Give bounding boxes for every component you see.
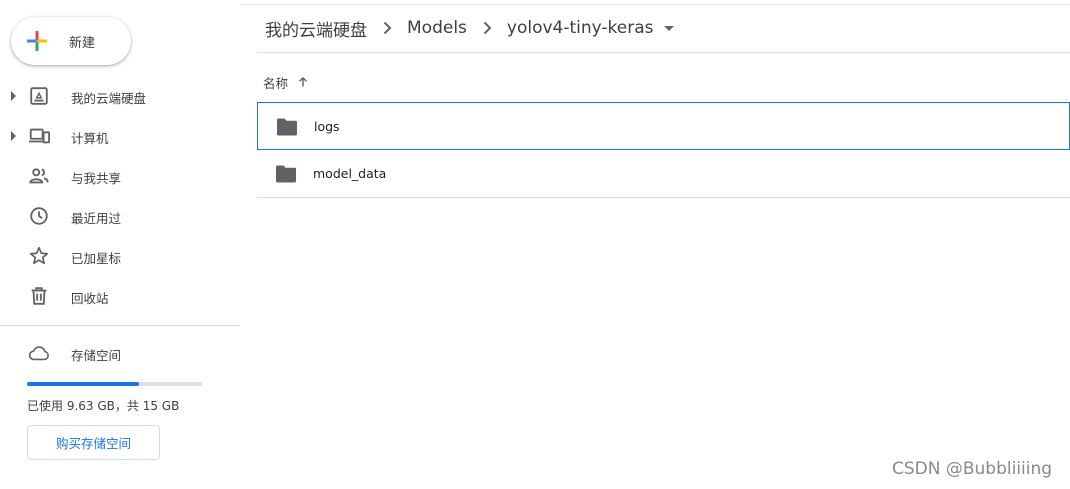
expand-caret-icon[interactable] bbox=[11, 91, 16, 101]
cloud-icon bbox=[28, 346, 49, 361]
sidebar-item-starred[interactable]: 已加星标 bbox=[0, 238, 240, 274]
sidebar-item-trash[interactable]: 回收站 bbox=[0, 278, 240, 314]
expand-caret-icon[interactable] bbox=[11, 131, 16, 141]
breadcrumb-current-label: yolov4-tiny-keras bbox=[506, 18, 654, 38]
watermark: CSDN @Bubbliiiing bbox=[892, 459, 1053, 479]
sidebar-item-label: 与我共享 bbox=[71, 171, 122, 186]
drive-icon bbox=[30, 87, 48, 105]
chevron-right-icon bbox=[483, 21, 492, 35]
storage-progress-bar bbox=[27, 382, 202, 386]
breadcrumb-current-folder[interactable]: yolov4-tiny-keras bbox=[507, 18, 674, 38]
star-icon bbox=[29, 246, 49, 265]
file-row-logs[interactable]: logs bbox=[257, 102, 1070, 150]
sidebar-item-computers[interactable]: 计算机 bbox=[0, 118, 240, 154]
sidebar-item-my-drive[interactable]: 我的云端硬盘 bbox=[0, 78, 240, 114]
sidebar: 新建 我的云端硬盘 计算机 与我共享 最近用过 已加星标 回收站 存储空间 已使… bbox=[0, 0, 240, 489]
storage-usage-text: 已使用 9.63 GB，共 15 GB bbox=[27, 399, 180, 413]
breadcrumb-item-models[interactable]: Models bbox=[407, 18, 467, 38]
folder-icon bbox=[277, 118, 297, 136]
file-name: model_data bbox=[313, 166, 387, 181]
header-divider bbox=[257, 52, 1070, 53]
sidebar-item-label: 最近用过 bbox=[71, 211, 122, 226]
column-header-name[interactable]: 名称 bbox=[263, 73, 310, 91]
new-button-label: 新建 bbox=[69, 36, 96, 51]
column-header-label: 名称 bbox=[263, 75, 289, 91]
drive-app: 新建 我的云端硬盘 计算机 与我共享 最近用过 已加星标 回收站 存储空间 已使… bbox=[0, 0, 1070, 489]
top-divider bbox=[240, 4, 1070, 5]
storage-progress-fill bbox=[27, 382, 140, 386]
breadcrumb-item-my-drive[interactable]: 我的云端硬盘 bbox=[265, 16, 367, 41]
storage-label: 存储空间 bbox=[71, 348, 122, 363]
new-button[interactable]: 新建 bbox=[11, 17, 131, 65]
sidebar-item-recent[interactable]: 最近用过 bbox=[0, 198, 240, 234]
sidebar-divider bbox=[0, 325, 240, 326]
breadcrumb: 我的云端硬盘 Models yolov4-tiny-keras bbox=[265, 14, 674, 42]
chevron-down-icon bbox=[663, 25, 674, 31]
chevron-right-icon bbox=[383, 21, 392, 35]
sidebar-item-label: 计算机 bbox=[71, 131, 109, 146]
shared-people-icon bbox=[29, 168, 49, 184]
sort-arrow-up-icon[interactable] bbox=[296, 75, 310, 89]
computers-icon bbox=[28, 128, 50, 144]
buy-storage-button[interactable]: 购买存储空间 bbox=[27, 425, 160, 460]
sidebar-item-label: 回收站 bbox=[71, 291, 109, 306]
clock-icon bbox=[30, 207, 48, 225]
file-row-model-data[interactable]: model_data bbox=[257, 150, 1070, 198]
sidebar-item-shared[interactable]: 与我共享 bbox=[0, 158, 240, 194]
plus-icon bbox=[27, 31, 47, 51]
folder-icon bbox=[276, 165, 296, 183]
sidebar-item-storage[interactable]: 存储空间 bbox=[0, 335, 240, 371]
trash-icon bbox=[31, 287, 47, 305]
sidebar-item-label: 我的云端硬盘 bbox=[71, 91, 147, 106]
sidebar-item-label: 已加星标 bbox=[71, 251, 122, 266]
file-name: logs bbox=[314, 119, 340, 134]
